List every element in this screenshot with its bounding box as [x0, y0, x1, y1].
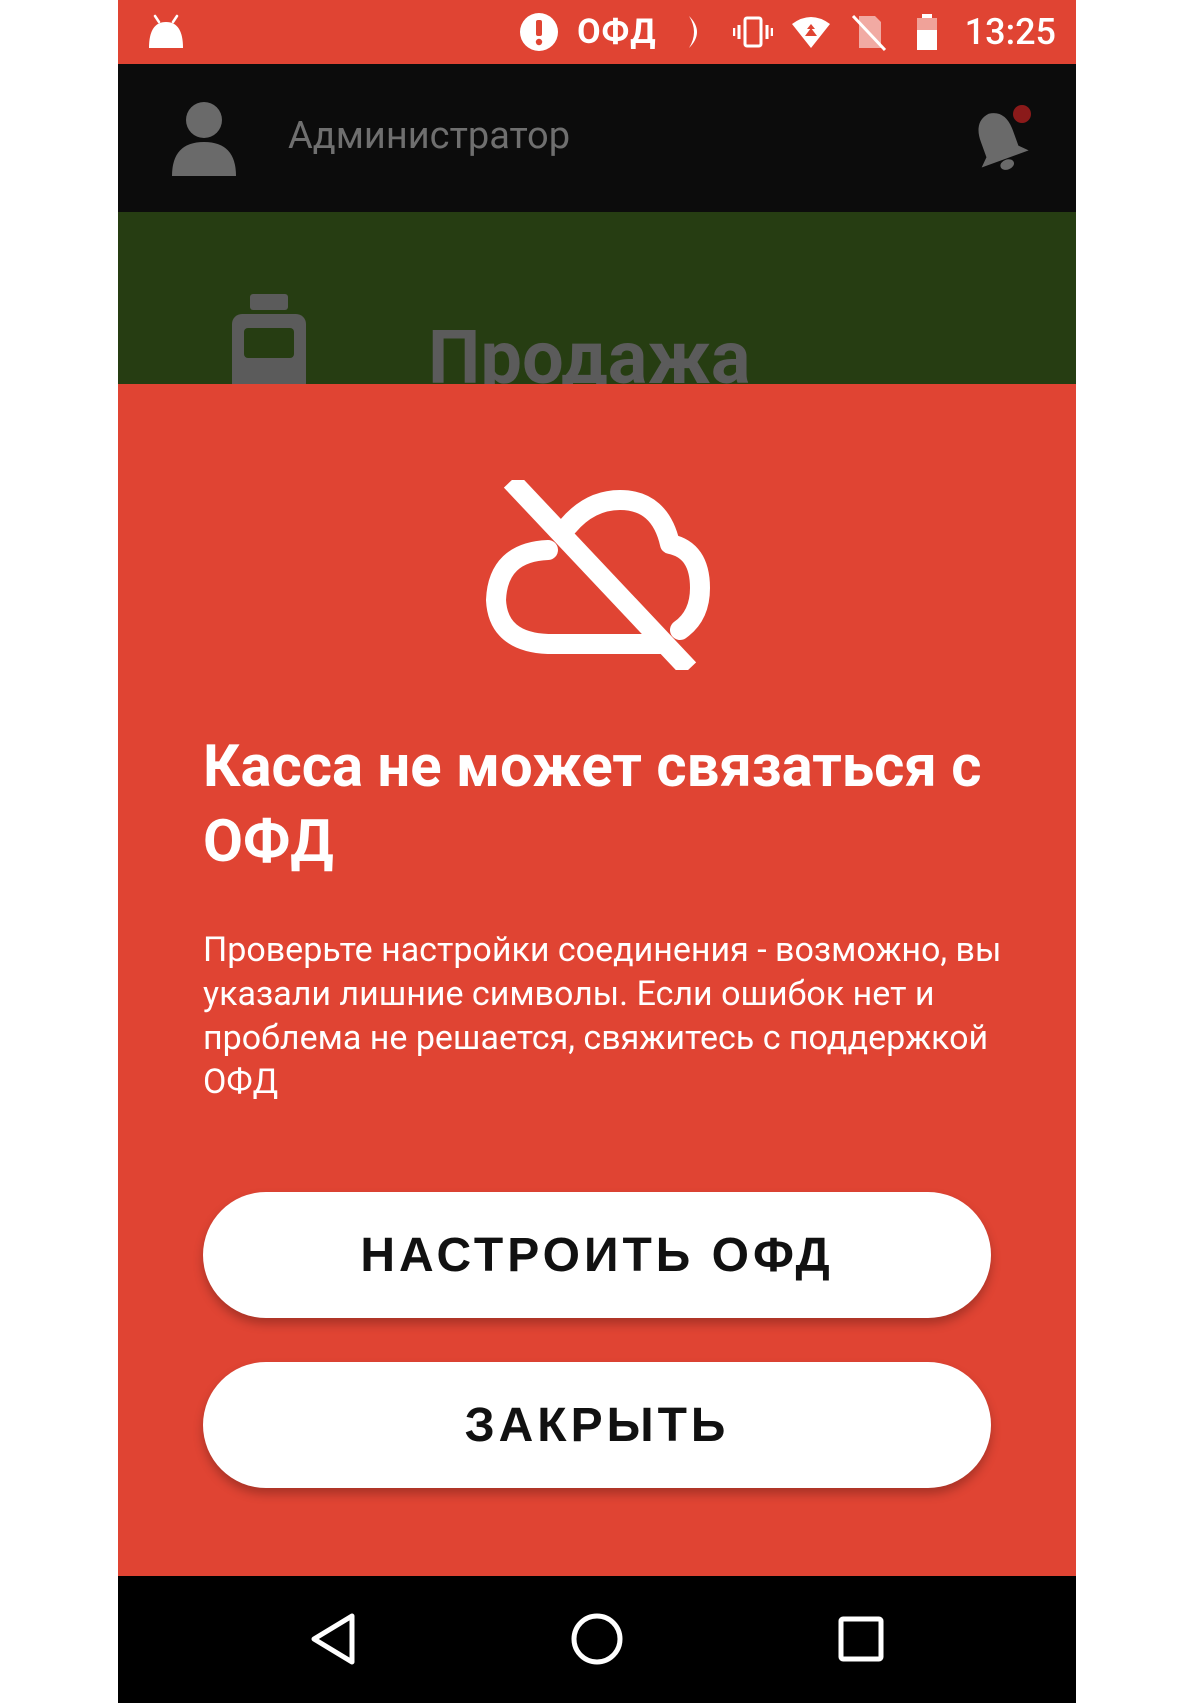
alert-icon — [520, 13, 559, 51]
vibrate-icon — [732, 16, 773, 48]
home-icon[interactable] — [564, 1606, 630, 1672]
status-time: 13:25 — [964, 11, 1056, 53]
status-operator: ОФД — [577, 12, 657, 52]
app-header: Администратор — [118, 64, 1076, 212]
dialog-title: Касса не может связаться с ОФД — [203, 733, 982, 876]
no-sim-icon — [851, 14, 886, 52]
battery-icon — [916, 14, 937, 50]
cloud-off-icon — [486, 480, 710, 670]
user-name[interactable]: Администратор — [288, 114, 570, 158]
close-button[interactable]: ЗАКРЫТЬ — [203, 1362, 991, 1488]
setup-ofd-button[interactable]: НАСТРОИТЬ ОФД — [203, 1192, 991, 1318]
status-bar: ОФД 13:25 — [118, 0, 1076, 64]
wifi-icon — [791, 17, 830, 48]
status-icons: ОФД 13:25 — [519, 0, 1056, 64]
user-icon[interactable] — [168, 98, 240, 176]
sale-tile: Продажа — [118, 212, 1076, 384]
ofd-error-dialog: Касса не может связаться с ОФД Проверьте… — [118, 384, 1076, 1576]
android-icon — [149, 14, 183, 48]
navigation-bar — [118, 1576, 1076, 1703]
dialog-message: Проверьте настройки соединения - возможн… — [203, 930, 1002, 1102]
bell-icon[interactable] — [962, 102, 1036, 176]
back-icon[interactable] — [302, 1606, 368, 1672]
sale-label: Продажа — [428, 315, 751, 385]
cash-register-icon — [232, 294, 306, 384]
moon-icon — [688, 16, 697, 48]
recent-apps-icon[interactable] — [828, 1606, 894, 1672]
phone-screen: ОФД 13:25 Администратор Продажа Касса не… — [118, 0, 1076, 1703]
